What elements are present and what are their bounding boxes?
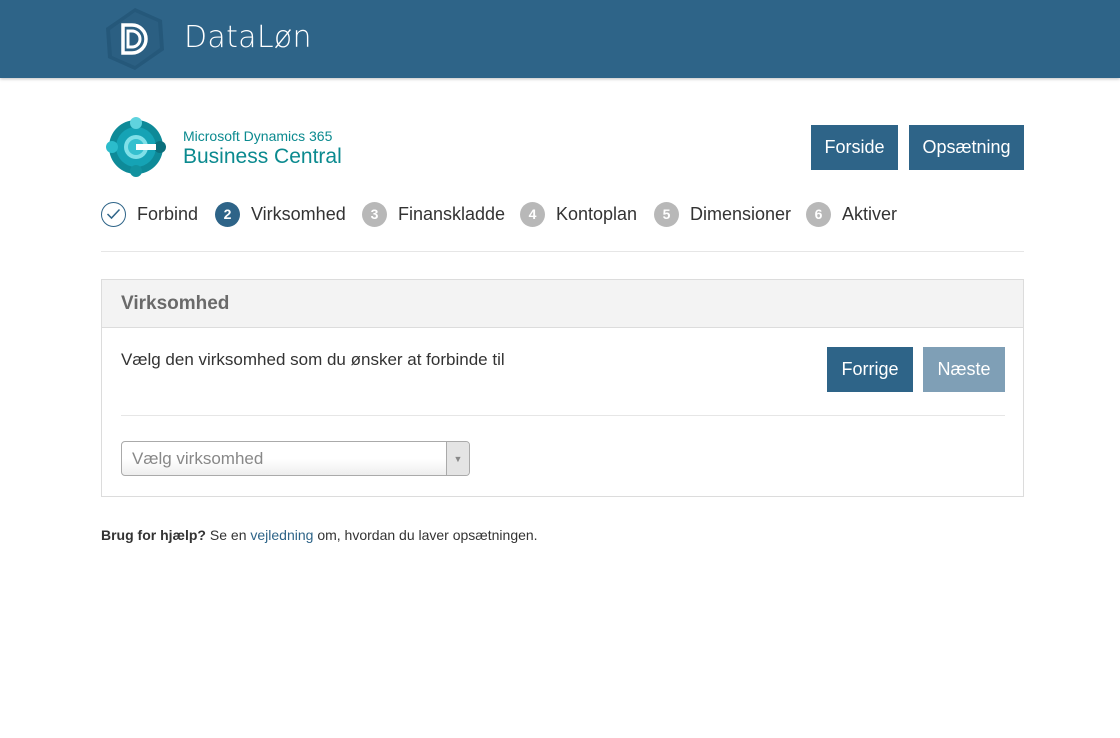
chevron-down-icon[interactable]: ▼ <box>446 442 469 475</box>
check-icon <box>101 201 126 227</box>
opsaetning-button[interactable]: Opsætning <box>909 125 1024 170</box>
divider <box>121 415 1005 416</box>
step-number: 5 <box>654 201 679 227</box>
step-label: Forbind <box>137 203 199 224</box>
help-text: Brug for hjælp? Se en vejledning om, hvo… <box>101 527 538 543</box>
step-label: Kontoplan <box>556 203 638 224</box>
virksomhed-panel: Virksomhed Vælg den virksomhed som du øn… <box>101 279 1024 497</box>
forrige-button[interactable]: Forrige <box>827 347 913 392</box>
select-placeholder: Vælg virksomhed <box>132 449 264 468</box>
step-number: 3 <box>362 201 387 227</box>
step-label: Virksomhed <box>251 203 346 224</box>
step-kontoplan[interactable]: 4 Kontoplan <box>520 201 637 227</box>
panel-header: Virksomhed <box>102 280 1023 328</box>
help-post: om, hvordan du laver opsætningen. <box>313 527 538 543</box>
step-forbind[interactable]: Forbind <box>101 201 198 227</box>
panel-instruction: Vælg den virksomhed som du ønsker at for… <box>121 350 505 369</box>
step-label: Dimensioner <box>690 203 792 224</box>
product-subtitle: Microsoft Dynamics 365 <box>183 128 333 144</box>
step-dimensioner[interactable]: 5 Dimensioner <box>654 201 791 227</box>
naeste-button[interactable]: Næste <box>923 347 1005 392</box>
top-bar: DataLøn <box>0 0 1120 78</box>
step-label: Finanskladde <box>398 203 506 224</box>
step-aktiver[interactable]: 6 Aktiver <box>806 201 897 227</box>
datalon-d-logo-icon[interactable] <box>102 6 168 72</box>
product-title: Business Central <box>183 145 342 168</box>
step-number: 6 <box>806 201 831 227</box>
app-name: DataLøn <box>184 20 312 55</box>
step-finanskladde[interactable]: 3 Finanskladde <box>362 201 505 227</box>
step-number: 4 <box>520 201 545 227</box>
virksomhed-select[interactable]: Vælg virksomhed ▼ <box>121 441 470 476</box>
step-number: 2 <box>215 201 240 227</box>
vejledning-link[interactable]: vejledning <box>250 527 313 543</box>
step-virksomhed[interactable]: 2 Virksomhed <box>215 201 346 227</box>
forside-button[interactable]: Forside <box>811 125 898 170</box>
help-pre: Se en <box>206 527 251 543</box>
business-central-logo-icon <box>106 117 166 177</box>
help-bold: Brug for hjælp? <box>101 527 206 543</box>
step-label: Aktiver <box>842 203 898 224</box>
divider <box>101 251 1024 252</box>
panel-title: Virksomhed <box>121 293 230 314</box>
